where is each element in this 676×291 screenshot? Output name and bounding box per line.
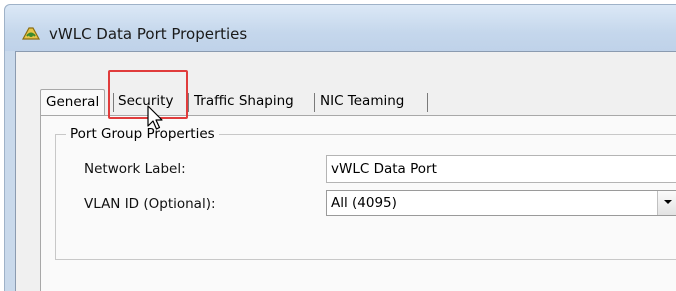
- port-group-properties-group: Port Group Properties Network Label: VLA…: [55, 126, 676, 260]
- mouse-cursor-icon: [147, 105, 163, 130]
- vlan-id-value: All (4095): [331, 195, 397, 211]
- tab-security[interactable]: Security: [118, 89, 173, 115]
- tab-panel-general: Port Group Properties Network Label: VLA…: [40, 115, 676, 291]
- tab-separator: [188, 93, 189, 112]
- tab-separator: [314, 93, 315, 112]
- tab-nic-teaming[interactable]: NIC Teaming: [320, 89, 404, 115]
- dropdown-button[interactable]: [657, 191, 676, 215]
- chevron-down-icon: [664, 200, 672, 204]
- vlan-id-label: VLAN ID (Optional):: [84, 196, 216, 212]
- properties-window: vWLC Data Port Properties General Securi…: [4, 4, 676, 291]
- tab-traffic-shaping[interactable]: Traffic Shaping: [194, 89, 294, 115]
- network-label-input[interactable]: [326, 155, 676, 183]
- vlan-id-select[interactable]: All (4095): [326, 190, 676, 216]
- window-title: vWLC Data Port Properties: [49, 25, 248, 43]
- tab-separator: [427, 93, 428, 112]
- tab-general[interactable]: General: [40, 89, 106, 115]
- tab-separator: [113, 93, 114, 112]
- group-legend: Port Group Properties: [66, 126, 219, 142]
- title-bar[interactable]: vWLC Data Port Properties: [5, 5, 676, 51]
- network-label-label: Network Label:: [84, 161, 186, 177]
- app-icon: [21, 25, 41, 43]
- dialog-body: General Security Traffic Shaping NIC Tea…: [15, 51, 676, 291]
